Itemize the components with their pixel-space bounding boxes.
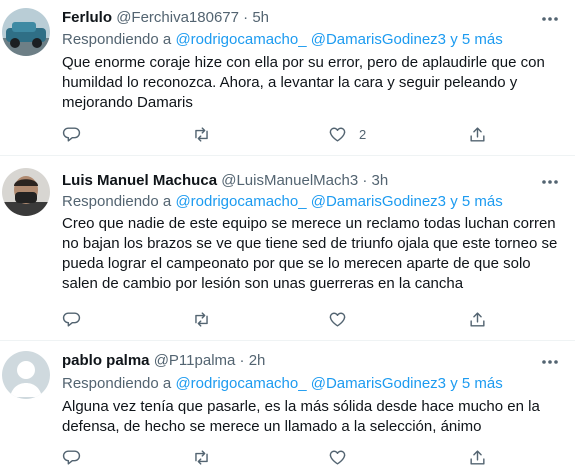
share-icon xyxy=(470,126,485,142)
replying-prefix: Respondiendo a xyxy=(62,193,176,210)
tweet-header: Luis Manuel Machuca @LuisManuelMach3 · 3… xyxy=(62,171,388,191)
mention-link[interactable]: @DamarisGodinez3 xyxy=(311,193,446,210)
share-icon xyxy=(470,311,485,327)
retweet-icon xyxy=(195,126,208,142)
more-options-button[interactable] xyxy=(533,165,567,199)
car-photo-avatar-icon xyxy=(2,8,50,56)
user-handle[interactable]: @Ferchiva180677 xyxy=(116,9,239,26)
heart-icon xyxy=(329,312,346,327)
retweet-icon xyxy=(195,449,208,465)
heart-icon xyxy=(329,127,346,142)
reply-button[interactable] xyxy=(62,117,81,151)
reply-button[interactable] xyxy=(62,440,81,474)
mention-link[interactable]: @DamarisGodinez3 xyxy=(311,31,446,48)
like-button[interactable]: 2 xyxy=(328,117,366,151)
more-options-button[interactable] xyxy=(533,2,567,36)
like-count: 2 xyxy=(359,126,367,142)
display-name[interactable]: pablo palma xyxy=(62,352,150,369)
timestamp[interactable]: 3h xyxy=(372,172,389,189)
tweet-text: Que enorme coraje hize con ella por su e… xyxy=(62,54,545,111)
more-mentions-link[interactable]: y 5 más xyxy=(450,31,503,48)
tweet-actions xyxy=(62,302,492,336)
mention-link[interactable]: @rodrigocamacho_ xyxy=(175,31,306,48)
default-user-avatar-icon xyxy=(2,351,50,399)
reply-button[interactable] xyxy=(62,302,81,336)
share-button[interactable] xyxy=(468,440,487,474)
separator-dot: · xyxy=(362,172,368,189)
tweet[interactable]: pablo palma @P11palma · 2h Respondiendo … xyxy=(0,342,575,474)
retweet-button[interactable] xyxy=(192,440,211,474)
more-dots-icon xyxy=(542,360,558,364)
heart-icon xyxy=(329,450,346,465)
replying-to: Respondiendo a @rodrigocamacho_ @Damaris… xyxy=(62,374,503,394)
user-handle[interactable]: @P11palma xyxy=(154,352,236,369)
tweet-text: Creo que nadie de este equipo se merece … xyxy=(62,215,558,292)
replying-prefix: Respondiendo a xyxy=(62,375,176,392)
replying-prefix: Respondiendo a xyxy=(62,31,176,48)
user-handle[interactable]: @LuisManuelMach3 xyxy=(221,172,358,189)
share-icon xyxy=(470,449,485,465)
tweet[interactable]: Luis Manuel Machuca @LuisManuelMach3 · 3… xyxy=(0,157,575,341)
more-dots-icon xyxy=(542,17,558,21)
like-button[interactable] xyxy=(328,302,359,336)
retweet-icon xyxy=(195,311,208,327)
reply-icon xyxy=(62,449,81,465)
tweet-actions: 2 xyxy=(62,117,492,151)
reply-icon xyxy=(62,311,81,327)
tweet-header: pablo palma @P11palma · 2h xyxy=(62,351,265,371)
replying-to: Respondiendo a @rodrigocamacho_ @Damaris… xyxy=(62,30,503,50)
replying-to: Respondiendo a @rodrigocamacho_ @Damaris… xyxy=(62,192,503,212)
like-button[interactable] xyxy=(328,440,359,474)
more-mentions-link[interactable]: y 5 más xyxy=(450,193,503,210)
man-with-mask-avatar-icon xyxy=(2,168,50,216)
tweet-header: Ferlulo @Ferchiva180677 · 5h xyxy=(62,8,269,28)
separator-dot: · xyxy=(243,9,249,26)
tweet-text: Alguna vez tenía que pasarle, es la más … xyxy=(62,398,540,435)
separator-dot: · xyxy=(239,352,245,369)
mention-link[interactable]: @rodrigocamacho_ xyxy=(175,193,306,210)
timestamp[interactable]: 2h xyxy=(249,352,266,369)
tweet-actions xyxy=(62,440,492,474)
share-button[interactable] xyxy=(468,302,487,336)
tweet[interactable]: Ferlulo @Ferchiva180677 · 5h Respondiend… xyxy=(0,0,575,156)
timestamp[interactable]: 5h xyxy=(252,9,269,26)
more-mentions-link[interactable]: y 5 más xyxy=(450,375,503,392)
avatar[interactable] xyxy=(2,8,50,56)
avatar[interactable] xyxy=(2,168,50,216)
mention-link[interactable]: @DamarisGodinez3 xyxy=(311,375,446,392)
mention-link[interactable]: @rodrigocamacho_ xyxy=(175,375,306,392)
retweet-button[interactable] xyxy=(192,302,211,336)
more-options-button[interactable] xyxy=(533,345,567,379)
display-name[interactable]: Ferlulo xyxy=(62,9,112,26)
avatar[interactable] xyxy=(2,351,50,399)
share-button[interactable] xyxy=(468,117,487,151)
retweet-button[interactable] xyxy=(192,117,211,151)
reply-icon xyxy=(62,126,81,142)
display-name[interactable]: Luis Manuel Machuca xyxy=(62,172,217,189)
more-dots-icon xyxy=(542,180,558,184)
